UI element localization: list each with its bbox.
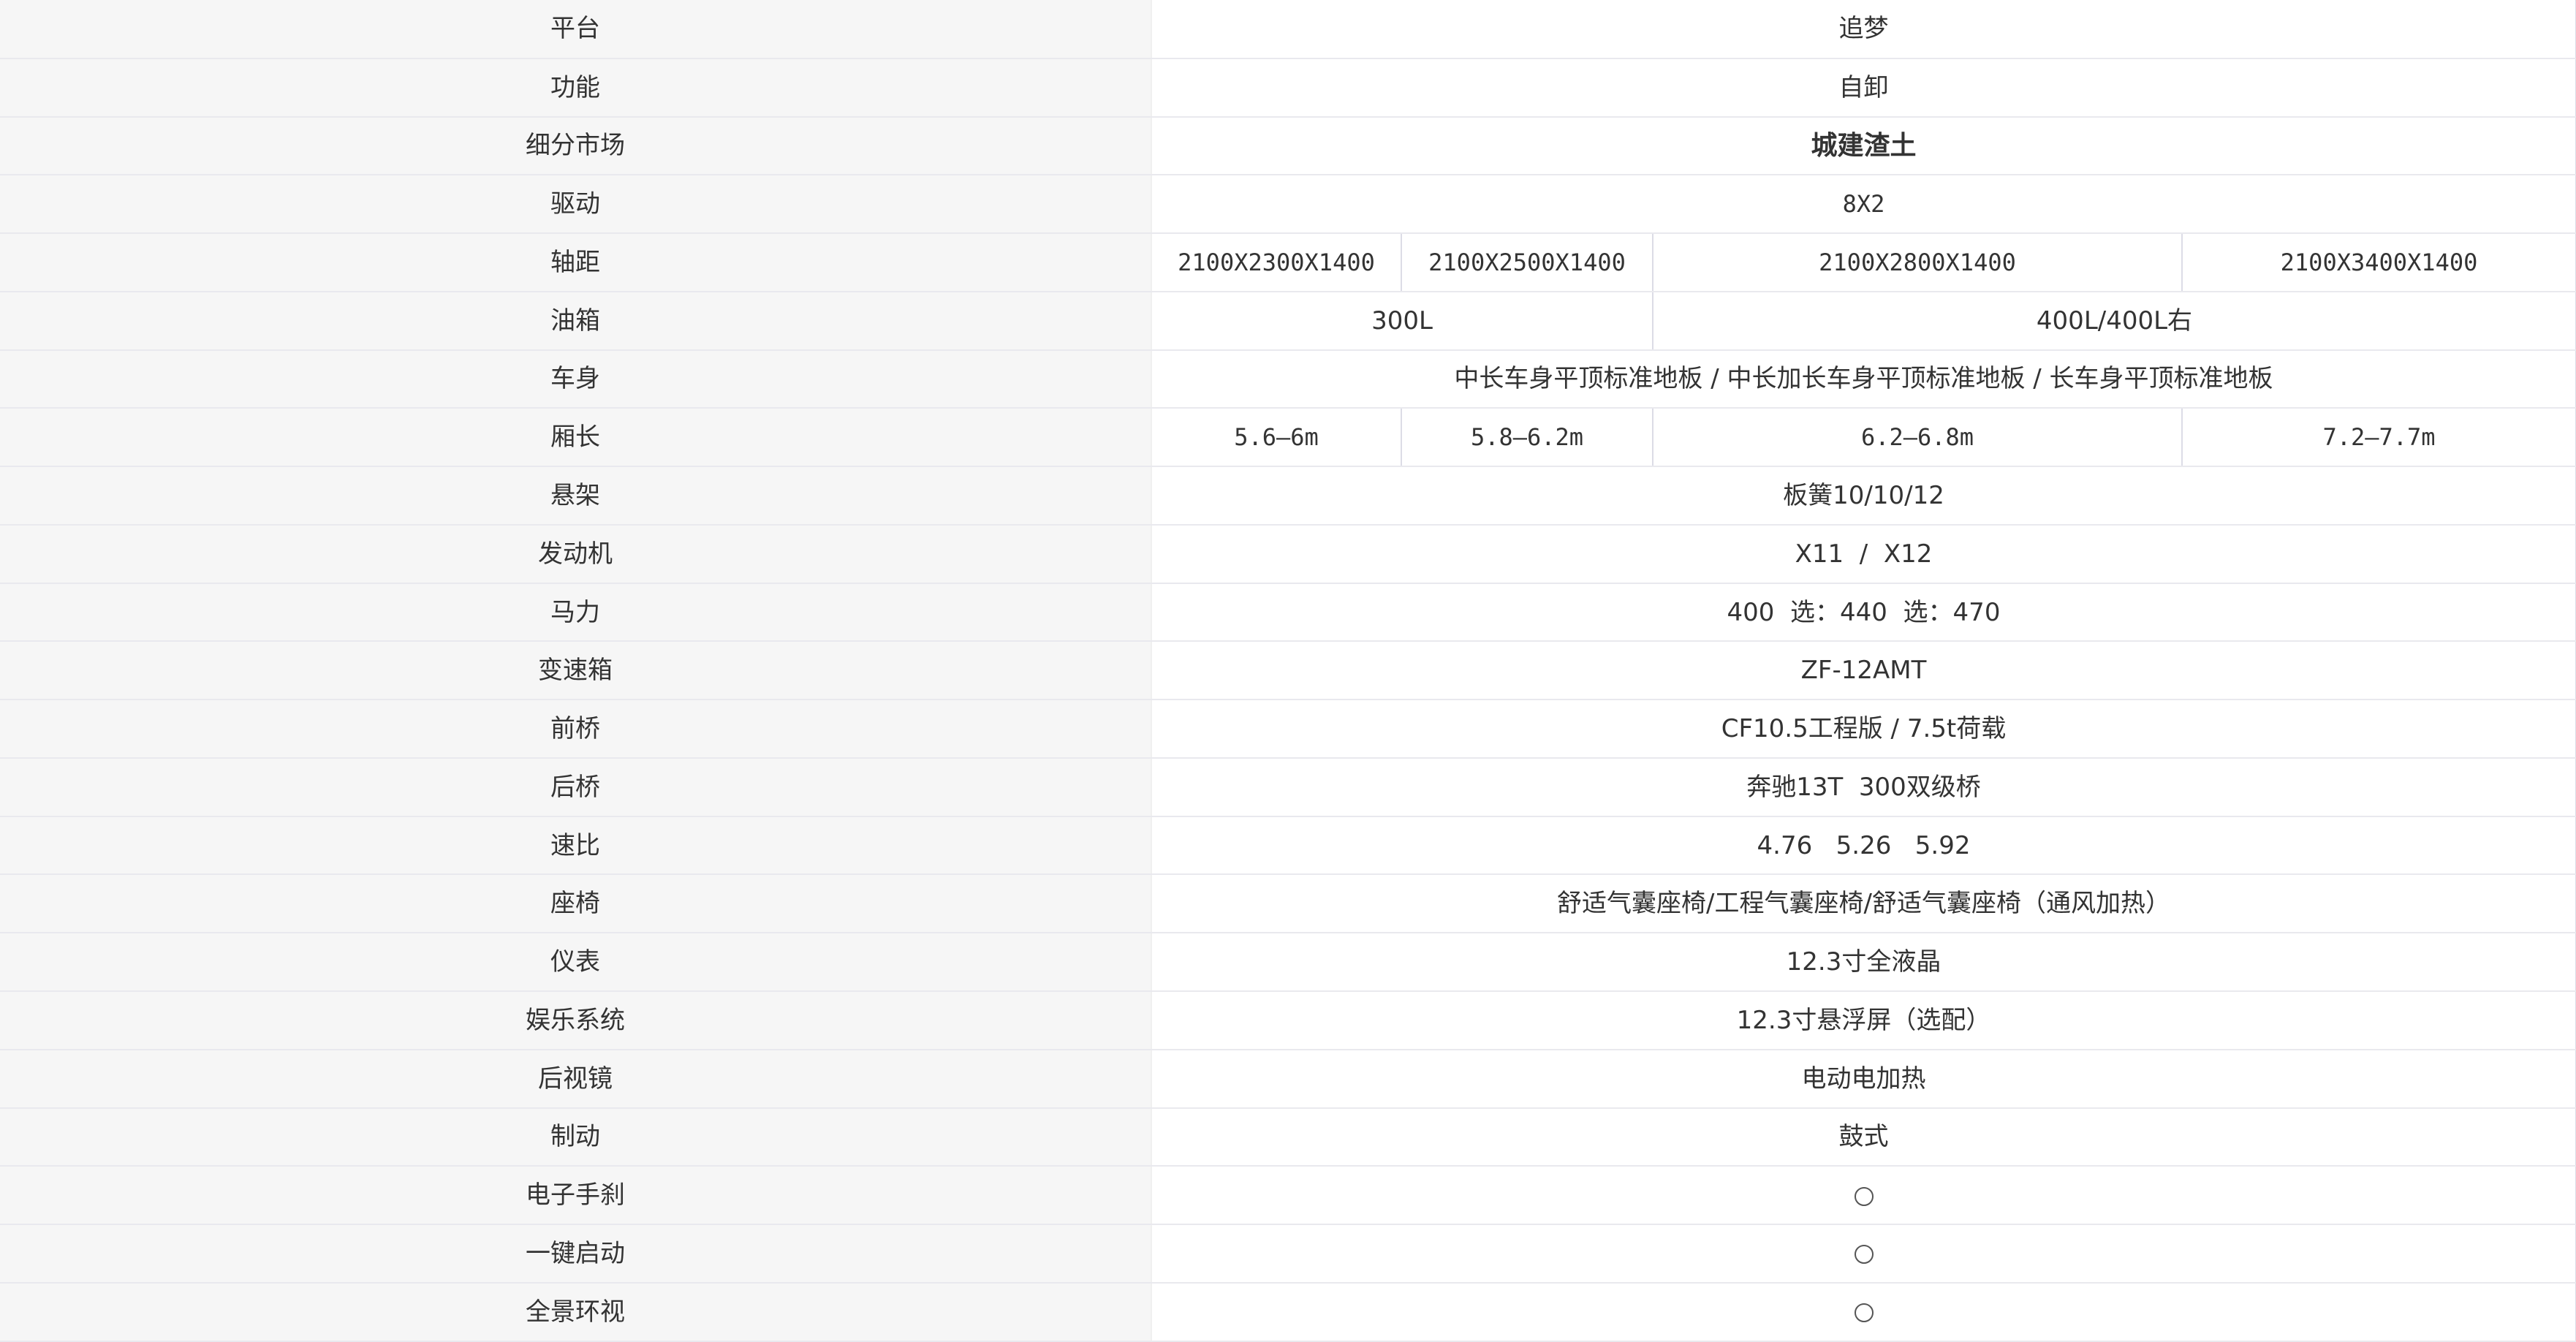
row-label-body: 车身: [0, 349, 1152, 409]
table-row: 制动 鼓式: [0, 1107, 2576, 1167]
row-label-seat: 座椅: [0, 874, 1152, 934]
row-label-platform: 平台: [0, 0, 1152, 59]
row-value-instrument: 12.3寸全液晶: [1151, 933, 2576, 993]
fuel-tank-option-1: 300L: [1151, 291, 1653, 351]
table-row: 娱乐系统 12.3寸悬浮屏（选配）: [0, 991, 2576, 1050]
row-value-brake: 鼓式: [1151, 1107, 2576, 1167]
row-label-horsepower: 马力: [0, 583, 1152, 642]
spec-table: 平台 追梦 功能 自卸 细分市场 城建渣土 驱动 8X2 轴距 2100X230…: [0, 0, 2576, 1342]
circle-icon: [1854, 1303, 1874, 1323]
table-row: 座椅 舒适气囊座椅/工程气囊座椅/舒适气囊座椅（通风加热）: [0, 874, 2576, 934]
row-value-front-axle: CF10.5工程版 / 7.5t荷载: [1151, 700, 2576, 759]
row-label-fuel-tank: 油箱: [0, 291, 1152, 351]
row-label-rear-axle: 后桥: [0, 757, 1152, 817]
row-label-keyless-start: 一键启动: [0, 1224, 1152, 1284]
row-label-mirror: 后视镜: [0, 1049, 1152, 1109]
row-value-body: 中长车身平顶标准地板 / 中长加长车身平顶标准地板 / 长车身平顶标准地板: [1151, 349, 2576, 409]
table-row: 油箱 300L 400L/400L右: [0, 291, 2576, 351]
table-row: 后视镜 电动电加热: [0, 1049, 2576, 1109]
wheelbase-option-4: 2100X3400X1400: [2181, 233, 2576, 292]
table-row: 厢长 5.6—6m 5.8—6.2m 6.2—6.8m 7.2—7.7m: [0, 408, 2576, 468]
table-row: 仪表 12.3寸全液晶: [0, 933, 2576, 993]
table-row: 马力 400 选：440 选：470: [0, 583, 2576, 642]
table-row: 轴距 2100X2300X1400 2100X2500X1400 2100X28…: [0, 233, 2576, 292]
row-value-mirror: 电动电加热: [1151, 1049, 2576, 1109]
row-label-box-length: 厢长: [0, 408, 1152, 468]
row-value-infotainment: 12.3寸悬浮屏（选配）: [1151, 991, 2576, 1050]
box-length-option-4: 7.2—7.7m: [2181, 408, 2576, 468]
wheelbase-option-3: 2100X2800X1400: [1652, 233, 2182, 292]
table-row: 前桥 CF10.5工程版 / 7.5t荷载: [0, 700, 2576, 759]
fuel-tank-option-2: 400L/400L右: [1652, 291, 2576, 351]
table-row: 细分市场 城建渣土: [0, 116, 2576, 176]
row-label-function: 功能: [0, 58, 1152, 118]
row-label-infotainment: 娱乐系统: [0, 991, 1152, 1050]
row-value-rear-axle: 奔驰13T 300双级桥: [1151, 757, 2576, 817]
row-value-function: 自卸: [1151, 58, 2576, 118]
box-length-option-2: 5.8—6.2m: [1401, 408, 1653, 468]
table-row: 一键启动: [0, 1224, 2576, 1284]
row-label-suspension: 悬架: [0, 466, 1152, 526]
box-length-option-1: 5.6—6m: [1151, 408, 1401, 468]
row-label-segment: 细分市场: [0, 116, 1152, 176]
row-value-horsepower: 400 选：440 选：470: [1151, 583, 2576, 642]
row-value-drive: 8X2: [1151, 175, 2576, 235]
row-label-panoramic-view: 全景环视: [0, 1282, 1152, 1342]
row-value-epb: [1151, 1166, 2576, 1226]
row-label-gearbox: 变速箱: [0, 641, 1152, 701]
table-row: 后桥 奔驰13T 300双级桥: [0, 757, 2576, 817]
row-value-seat: 舒适气囊座椅/工程气囊座椅/舒适气囊座椅（通风加热）: [1151, 874, 2576, 934]
table-row: 功能 自卸: [0, 58, 2576, 118]
row-label-engine: 发动机: [0, 524, 1152, 584]
row-value-suspension: 板簧10/10/12: [1151, 466, 2576, 526]
table-row: 全景环视: [0, 1282, 2576, 1342]
row-label-ratio: 速比: [0, 816, 1152, 876]
row-label-instrument: 仪表: [0, 933, 1152, 993]
row-value-segment: 城建渣土: [1151, 116, 2576, 176]
row-label-wheelbase: 轴距: [0, 233, 1152, 292]
row-value-platform: 追梦: [1151, 0, 2576, 59]
table-row: 发动机 X11 / X12: [0, 524, 2576, 584]
table-row: 平台 追梦: [0, 0, 2576, 59]
row-label-epb: 电子手刹: [0, 1166, 1152, 1226]
row-value-engine: X11 / X12: [1151, 524, 2576, 584]
row-label-front-axle: 前桥: [0, 700, 1152, 759]
row-value-keyless-start: [1151, 1224, 2576, 1284]
table-row: 速比 4.76 5.26 5.92: [0, 816, 2576, 876]
row-label-drive: 驱动: [0, 175, 1152, 235]
box-length-option-3: 6.2—6.8m: [1652, 408, 2182, 468]
table-row: 车身 中长车身平顶标准地板 / 中长加长车身平顶标准地板 / 长车身平顶标准地板: [0, 349, 2576, 409]
table-row: 悬架 板簧10/10/12: [0, 466, 2576, 526]
row-value-panoramic-view: [1151, 1282, 2576, 1342]
circle-icon: [1854, 1245, 1874, 1265]
table-row: 变速箱 ZF-12AMT: [0, 641, 2576, 701]
row-value-ratio: 4.76 5.26 5.92: [1151, 816, 2576, 876]
table-row: 电子手刹: [0, 1166, 2576, 1226]
circle-icon: [1854, 1186, 1874, 1206]
table-row: 驱动 8X2: [0, 175, 2576, 235]
row-value-gearbox: ZF-12AMT: [1151, 641, 2576, 701]
row-label-brake: 制动: [0, 1107, 1152, 1167]
wheelbase-option-2: 2100X2500X1400: [1401, 233, 1653, 292]
wheelbase-option-1: 2100X2300X1400: [1151, 233, 1401, 292]
